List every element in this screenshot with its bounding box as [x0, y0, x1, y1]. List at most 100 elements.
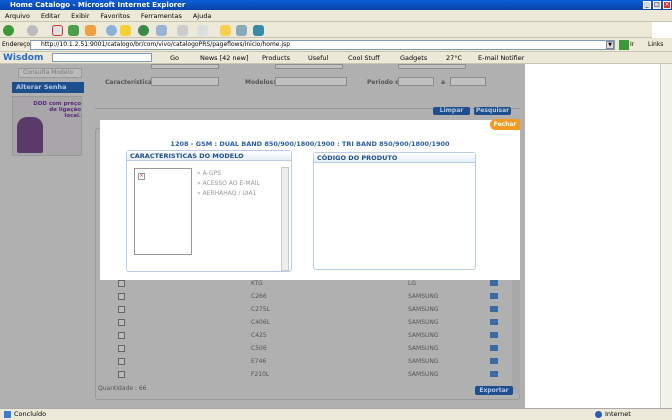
caracteristica-select[interactable] — [151, 77, 219, 86]
periodo-end-input[interactable] — [450, 77, 486, 86]
title-bar: Home Catalogo - Microsoft Internet Explo… — [0, 0, 672, 10]
history-icon[interactable] — [138, 25, 149, 36]
wisdom-gadgets[interactable]: Gadgets — [400, 52, 427, 64]
wisdom-useful[interactable]: Useful — [308, 52, 328, 64]
row-checkbox[interactable] — [118, 371, 125, 378]
globe-icon — [595, 411, 602, 418]
table-row: E746 SAMSUNG — [98, 355, 518, 368]
menu-ajuda[interactable]: Ajuda — [193, 12, 211, 20]
quantidade-label: Quantidade : 66 — [98, 385, 147, 392]
address-dropdown[interactable]: ▼ — [606, 41, 614, 49]
go-arrow-icon[interactable] — [619, 40, 629, 50]
maker-cell: SAMSUNG — [408, 358, 439, 365]
filter-panel: Característica: Modelos: Periodo de a — [95, 64, 520, 109]
links-button[interactable]: Links — [648, 41, 663, 48]
address-input[interactable]: http://10.1.2.51:9001/catalogo/br/com/vi… — [30, 40, 615, 50]
menu-arquivo[interactable]: Arquivo — [5, 12, 30, 20]
model-cell: F210L — [251, 371, 270, 378]
table-row: C266 SAMSUNG — [98, 290, 518, 303]
caracteristicas-panel: CARACTERISTICAS DO MODELO × » A-GPS » AC… — [126, 150, 292, 272]
exportar-button[interactable]: Exportar — [475, 386, 513, 395]
messenger-icon[interactable] — [236, 25, 247, 36]
maker-cell: SAMSUNG — [408, 319, 439, 326]
row-checkbox[interactable] — [118, 358, 125, 365]
table-row: C506 SAMSUNG — [98, 342, 518, 355]
mail-icon[interactable] — [156, 25, 167, 36]
research-icon[interactable] — [253, 25, 264, 36]
menu-editar[interactable]: Editar — [41, 12, 60, 20]
wisdom-email-notifier[interactable]: E-mail Notifier — [478, 52, 524, 64]
menu-exibir[interactable]: Exibir — [71, 12, 89, 20]
details-icon[interactable] — [490, 358, 498, 364]
sidebar-consulta-modelo[interactable]: Consulta Modelo — [18, 68, 82, 78]
row-checkbox[interactable] — [118, 280, 125, 287]
feature-list: » A-GPS » ACESSO AO E-MAIL » AERHAHAQ / … — [197, 169, 260, 199]
codigo-header: CÓDIGO DO PRODUTO — [314, 153, 475, 163]
wisdom-cool-stuff[interactable]: Cool Stuff — [348, 52, 380, 64]
search-icon[interactable] — [106, 25, 117, 36]
back-icon[interactable] — [3, 25, 14, 36]
row-checkbox[interactable] — [118, 345, 125, 352]
print-icon[interactable] — [177, 25, 188, 36]
promo-image — [17, 117, 43, 153]
broken-image-icon: × — [138, 173, 145, 180]
menu-bar: Arquivo Editar Exibir Favoritos Ferramentas A… — [0, 10, 672, 22]
zone-text: Internet — [605, 410, 631, 418]
row-checkbox[interactable] — [118, 293, 125, 300]
fechar-button[interactable]: Fechar — [490, 119, 520, 130]
home-icon[interactable] — [85, 25, 96, 36]
wisdom-search-input[interactable] — [52, 53, 152, 62]
tecnologia-select[interactable] — [398, 64, 466, 69]
row-checkbox[interactable] — [118, 306, 125, 313]
feature-item: » A-GPS — [197, 170, 222, 177]
fabricante-select[interactable] — [275, 64, 343, 69]
wisdom-news[interactable]: News [42 new] — [200, 52, 248, 64]
windows-logo-icon — [652, 22, 672, 38]
row-checkbox[interactable] — [118, 319, 125, 326]
details-icon[interactable] — [490, 280, 498, 286]
refresh-icon[interactable] — [68, 25, 79, 36]
model-cell: C266 — [251, 293, 267, 300]
codigo-panel: CÓDIGO DO PRODUTO — [313, 152, 476, 270]
tipo-produto-select[interactable] — [151, 64, 219, 69]
page-icon — [4, 411, 11, 418]
details-icon[interactable] — [490, 332, 498, 338]
wisdom-products[interactable]: Products — [262, 52, 290, 64]
menu-ferramentas[interactable]: Ferramentas — [141, 12, 182, 20]
modelos-input[interactable] — [275, 77, 347, 86]
stop-icon[interactable] — [52, 25, 63, 36]
details-icon[interactable] — [490, 306, 498, 312]
details-icon[interactable] — [490, 319, 498, 325]
notes-icon[interactable] — [220, 25, 231, 36]
maximize-button[interactable]: □ — [653, 1, 661, 9]
table-row: F210L SAMSUNG — [98, 368, 518, 381]
go-button[interactable]: Ir — [630, 41, 634, 48]
maker-cell: SAMSUNG — [408, 306, 439, 313]
details-icon[interactable] — [490, 345, 498, 351]
periodo-start-input[interactable] — [398, 77, 434, 86]
toolbar — [0, 22, 672, 38]
close-button[interactable]: × — [663, 1, 671, 9]
sidebar-alterar-senha[interactable]: Alterar Senha — [12, 82, 84, 93]
details-icon[interactable] — [490, 371, 498, 377]
minimize-button[interactable]: _ — [643, 1, 651, 9]
edit-icon[interactable] — [197, 25, 208, 36]
table-row: C425 SAMSUNG — [98, 329, 518, 342]
row-checkbox[interactable] — [118, 332, 125, 339]
wisdom-go[interactable]: Go — [170, 52, 179, 64]
weather[interactable]: 27°C — [446, 52, 462, 64]
details-icon[interactable] — [490, 293, 498, 299]
status-text: Concluído — [14, 410, 47, 418]
favorites-icon[interactable] — [120, 25, 131, 36]
menu-favoritos[interactable]: Favoritos — [101, 12, 130, 20]
forward-icon[interactable] — [27, 25, 38, 36]
feature-scrollbar[interactable] — [281, 167, 289, 271]
modelos-label: Modelos: — [245, 79, 276, 86]
caracteristica-label: Característica: — [105, 79, 155, 86]
maker-cell: SAMSUNG — [408, 293, 439, 300]
modal-title: 1208 - GSM : DUAL BAND 850/900/1800/1900… — [170, 140, 450, 148]
limpar-button[interactable]: Limpar — [433, 107, 470, 115]
promo-banner[interactable]: DDD com preço de ligação local. — [12, 96, 82, 156]
page-scrollbar[interactable] — [660, 64, 672, 408]
pesquisar-button[interactable]: Pesquisar — [474, 107, 511, 115]
